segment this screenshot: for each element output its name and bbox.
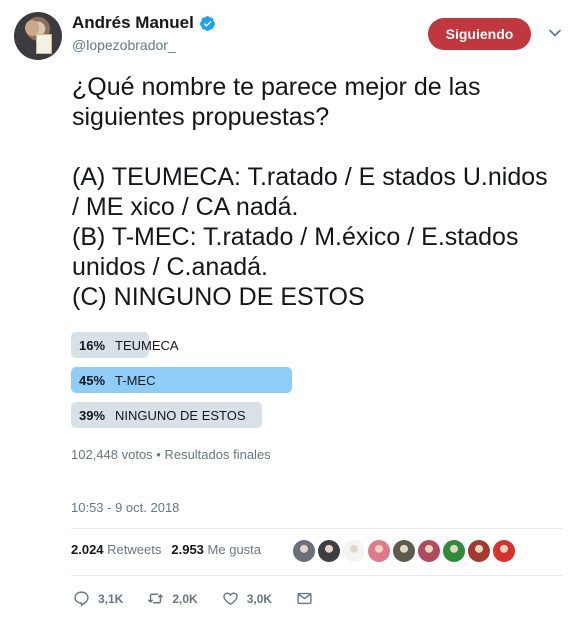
retweets-count: 2.024 [71,542,104,557]
chevron-down-icon[interactable] [548,26,562,40]
tweet-text: ¿Qué nombre te parece mejor de las sigui… [72,72,572,312]
liker-avatars [293,540,515,562]
tweet-actions: 3,1K 2,0K 3,0K [73,590,337,607]
poll-option-label: 39% NINGUNO DE ESTOS [79,408,246,423]
liker-avatar[interactable] [468,540,490,562]
user-handle[interactable]: @lopezobrador_ [72,37,216,53]
poll-option-text: NINGUNO DE ESTOS [115,408,246,423]
likes-label: Me gusta [207,542,262,557]
tweet-line: (A) TEUMECA: T.ratado / E stados U.nidos [72,163,548,191]
poll-option-text: TEUMECA [115,338,179,353]
profile-avatar[interactable] [14,12,62,60]
reply-count: 3,1K [98,591,124,606]
poll-option-label: 16% TEUMECA [79,338,179,353]
divider [71,575,563,576]
verified-badge-icon [199,15,215,31]
display-name[interactable]: Andrés Manuel [72,13,194,33]
liker-avatar[interactable] [343,540,365,562]
reply-button[interactable]: 3,1K [73,590,123,607]
avatar-document [36,34,52,54]
likes-stat[interactable]: 2.953 Me gusta [171,542,261,557]
poll-option-ninguno: 39% NINGUNO DE ESTOS [71,402,321,428]
envelope-icon [297,592,312,605]
poll: 16% TEUMECA 45% T-MEC 39% NINGUNO DE ESTOS [71,332,321,437]
poll-option-teumeca: 16% TEUMECA [71,332,321,358]
likes-count: 2.953 [171,542,204,557]
heart-icon [222,592,238,605]
tweet-timestamp[interactable]: 10:53 - 9 oct. 2018 [71,500,179,515]
tweet-line: / ME xico / CA nadá. [72,193,299,221]
liker-avatar[interactable] [293,540,315,562]
poll-option-label: 45% T-MEC [79,373,155,388]
direct-message-button[interactable] [296,590,313,607]
retweet-button[interactable]: 2,0K [147,590,198,607]
user-info: Andrés Manuel @lopezobrador_ [72,13,216,53]
engagement-stats: 2.024 Retweets 2.953 Me gusta [71,542,261,557]
liker-avatar[interactable] [318,540,340,562]
tweet-line: (C) NINGUNO DE ESTOS [72,283,365,311]
poll-option-tmec: 45% T-MEC [71,367,321,393]
like-count: 3,0K [246,591,273,606]
divider [71,528,563,529]
liker-avatar[interactable] [393,540,415,562]
retweet-count: 2,0K [172,591,198,606]
retweets-label: Retweets [107,542,162,557]
tweet-line: siguientes propuestas? [72,103,330,131]
tweet-line: (B) T-MEC: T.ratado / M.éxico / E.stados [72,223,519,251]
liker-avatar[interactable] [368,540,390,562]
poll-option-text: T-MEC [115,373,156,388]
retweets-stat[interactable]: 2.024 Retweets [71,542,161,557]
reply-icon [74,591,89,607]
poll-percent: 16% [79,338,106,353]
poll-results-meta: 102,448 votos • Resultados finales [71,447,271,462]
tweet-line: ¿Qué nombre te parece mejor de las [72,73,481,101]
like-button[interactable]: 3,0K [222,590,272,607]
liker-avatar[interactable] [443,540,465,562]
liker-avatar[interactable] [418,540,440,562]
following-button[interactable]: Siguiendo [428,18,531,50]
poll-percent: 39% [79,408,106,423]
tweet-line: unidos / C.anadá. [72,253,268,281]
display-name-row[interactable]: Andrés Manuel [72,13,216,33]
retweet-icon [148,593,164,604]
liker-avatar[interactable] [493,540,515,562]
poll-percent: 45% [79,373,106,388]
